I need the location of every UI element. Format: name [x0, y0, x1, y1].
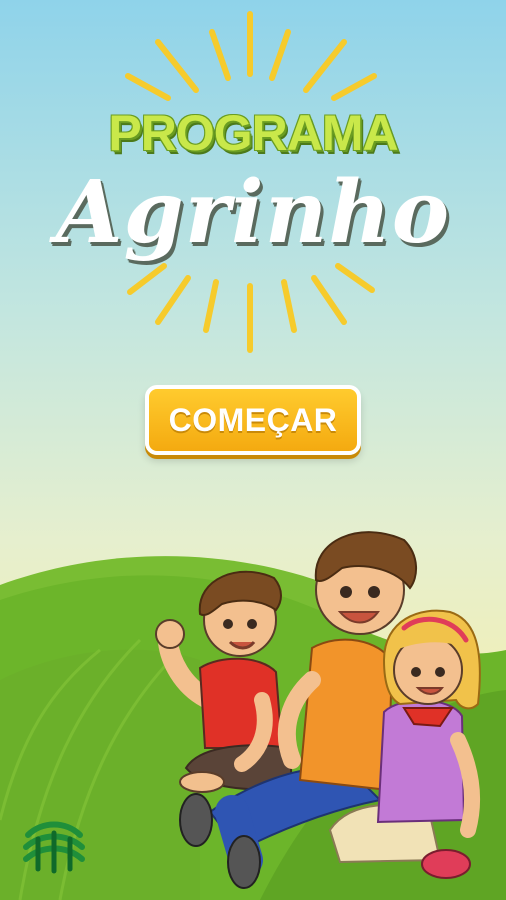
kids-on-hill-illustration [0, 531, 506, 900]
agrinho-logo-icon [23, 821, 85, 874]
splash-screen: PROGRAMA Agrinho COMEÇAR [0, 0, 506, 900]
